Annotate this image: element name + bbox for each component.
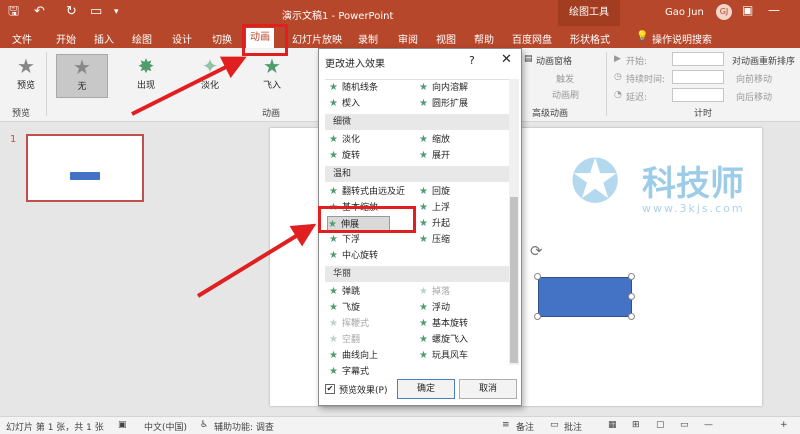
arrow-to-stretch-effect xyxy=(196,223,317,298)
arrow-to-animations-tab xyxy=(131,56,247,116)
annotation-arrows xyxy=(131,56,317,298)
